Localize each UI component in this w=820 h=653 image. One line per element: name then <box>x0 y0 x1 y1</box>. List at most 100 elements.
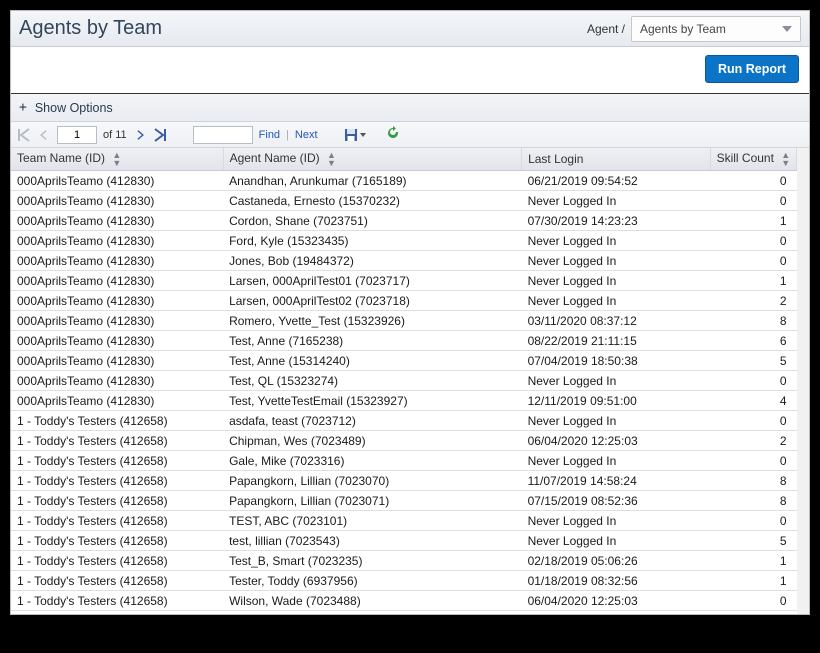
table-row[interactable]: 000AprilsTeamo (412830)Test, YvetteTestE… <box>11 391 797 411</box>
table-row[interactable]: 1 - Toddy's Testers (412658)test, lillia… <box>11 531 797 551</box>
table-row[interactable]: 1 - Toddy's Testers (412658)Tester, Todd… <box>11 571 797 591</box>
cell-team: 1 - Toddy's Testers (412658) <box>11 531 223 551</box>
cell-skill_count: 1 <box>710 211 796 231</box>
cell-skill_count: 2 <box>710 431 796 451</box>
page-count-label: of 11 <box>103 129 127 141</box>
cell-team: 000AprilsTeamo (412830) <box>11 291 223 311</box>
cell-team: 1 - Toddy's Testers (412658) <box>11 471 223 491</box>
cell-agent: Castaneda, Ernesto (15370232) <box>223 191 521 211</box>
cell-last_login: 06/04/2020 12:25:03 <box>522 591 711 611</box>
cell-last_login: 02/18/2019 05:06:26 <box>522 551 711 571</box>
cell-agent: Larsen, 000AprilTest02 (7023718) <box>223 291 521 311</box>
cell-skill_count: 0 <box>710 191 796 211</box>
cell-team: 000AprilsTeamo (412830) <box>11 371 223 391</box>
find-next-button[interactable]: Next <box>295 129 318 141</box>
table-row[interactable]: 1 - Toddy's Testers (412658)Chipman, Wes… <box>11 431 797 451</box>
cell-skill_count: 6 <box>710 331 796 351</box>
sort-icon: ▲▼ <box>112 151 121 167</box>
cell-last_login: Never Logged In <box>522 231 711 251</box>
cell-skill_count: 2 <box>710 291 796 311</box>
cell-last_login: Never Logged In <box>522 251 711 271</box>
cell-agent: Papangkorn, Lillian (7023071) <box>223 491 521 511</box>
cell-team: 1 - Toddy's Testers (412658) <box>11 491 223 511</box>
cell-skill_count: 4 <box>710 391 796 411</box>
table-row[interactable]: 1 - Toddy's Testers (412658)Wilson, Wade… <box>11 591 797 611</box>
table-row[interactable]: 000AprilsTeamo (412830)Larsen, 000AprilT… <box>11 291 797 311</box>
cell-agent: Papangkorn, Lillian (7023070) <box>223 471 521 491</box>
cell-team: 1 - Toddy's Testers (412658) <box>11 571 223 591</box>
col-agent-name[interactable]: Agent Name (ID) ▲▼ <box>223 148 521 171</box>
table-row[interactable]: 1 - Toddy's Testers (412658)Test_B, Smar… <box>11 551 797 571</box>
table-row[interactable]: 000AprilsTeamo (412830)Anandhan, Arunkum… <box>11 171 797 191</box>
cell-last_login: Never Logged In <box>522 371 711 391</box>
table-row[interactable]: 000AprilsTeamo (412830)Cordon, Shane (70… <box>11 211 797 231</box>
title-bar: Agents by Team Agent / Agents by Team <box>11 11 809 47</box>
table-row[interactable]: 1 - Toddy's Testers (412658)asdafa, teas… <box>11 411 797 431</box>
col-team-label: Team Name (ID) <box>17 151 105 165</box>
cell-agent: Larsen, 000AprilTest01 (7023717) <box>223 271 521 291</box>
cell-skill_count: 0 <box>710 231 796 251</box>
cell-team: 1 - Toddy's Testers (412658) <box>11 511 223 531</box>
find-input[interactable] <box>193 126 253 144</box>
cell-skill_count: 1 <box>710 571 796 591</box>
cell-skill_count: 8 <box>710 491 796 511</box>
prev-page-icon[interactable] <box>37 127 51 143</box>
page-title: Agents by Team <box>19 17 162 40</box>
cell-team: 000AprilsTeamo (412830) <box>11 351 223 371</box>
table-row[interactable]: 1 - Toddy's Testers (412658)Papangkorn, … <box>11 471 797 491</box>
cell-last_login: 06/21/2019 09:54:52 <box>522 171 711 191</box>
table-row[interactable]: 000AprilsTeamo (412830)Test, QL (1532327… <box>11 371 797 391</box>
table-row[interactable]: 000AprilsTeamo (412830)Jones, Bob (19484… <box>11 251 797 271</box>
cell-team: 000AprilsTeamo (412830) <box>11 271 223 291</box>
table-row[interactable]: 000AprilsTeamo (412830)Test, Anne (15314… <box>11 351 797 371</box>
floppy-disk-icon <box>344 128 358 142</box>
table-row[interactable]: 1 - Toddy's Testers (412658)Papangkorn, … <box>11 491 797 511</box>
chevron-down-icon <box>782 26 792 32</box>
table-row[interactable]: 000AprilsTeamo (412830)Larsen, 000AprilT… <box>11 271 797 291</box>
find-button[interactable]: Find <box>259 129 280 141</box>
cell-agent: Test, Anne (15314240) <box>223 351 521 371</box>
table-row[interactable]: 1 - Toddy's Testers (412658)Gale, Mike (… <box>11 451 797 471</box>
col-agent-label: Agent Name (ID) <box>230 151 320 165</box>
table-header-row: Team Name (ID) ▲▼ Agent Name (ID) ▲▼ Las… <box>11 148 797 171</box>
cell-skill_count: 0 <box>710 591 796 611</box>
next-page-icon[interactable] <box>133 127 147 143</box>
cell-skill_count: 0 <box>710 511 796 531</box>
cell-team: 1 - Toddy's Testers (412658) <box>11 591 223 611</box>
breadcrumb-area: Agent / Agents by Team <box>587 16 801 42</box>
report-select-dropdown[interactable]: Agents by Team <box>631 16 801 42</box>
show-options-toggle[interactable]: + Show Options <box>11 94 809 122</box>
refresh-button[interactable] <box>386 126 400 143</box>
table-row[interactable]: 000AprilsTeamo (412830)Romero, Yvette_Te… <box>11 311 797 331</box>
cell-team: 000AprilsTeamo (412830) <box>11 311 223 331</box>
table-scroll[interactable]: Team Name (ID) ▲▼ Agent Name (ID) ▲▼ Las… <box>11 148 797 614</box>
breadcrumb: Agent / <box>587 22 625 36</box>
cell-skill_count: 0 <box>710 371 796 391</box>
run-report-button[interactable]: Run Report <box>705 55 799 83</box>
vertical-scrollbar[interactable] <box>797 148 809 614</box>
cell-last_login: Never Logged In <box>522 191 711 211</box>
dropdown-arrow-icon <box>360 132 366 138</box>
cell-team: 000AprilsTeamo (412830) <box>11 231 223 251</box>
export-button[interactable] <box>344 128 366 142</box>
first-page-icon[interactable] <box>17 127 31 143</box>
table-row[interactable]: 000AprilsTeamo (412830)Test, Anne (71652… <box>11 331 797 351</box>
col-last-login[interactable]: Last Login <box>522 148 711 171</box>
cell-agent: Jones, Bob (19484372) <box>223 251 521 271</box>
cell-team: 000AprilsTeamo (412830) <box>11 211 223 231</box>
table-row[interactable]: 000AprilsTeamo (412830)Castaneda, Ernest… <box>11 191 797 211</box>
cell-skill_count: 0 <box>710 251 796 271</box>
cell-agent: Tester, Toddy (6937956) <box>223 571 521 591</box>
page-number-input[interactable] <box>57 126 97 144</box>
cell-skill_count: 5 <box>710 531 796 551</box>
cell-last_login: Never Logged In <box>522 531 711 551</box>
cell-last_login: 07/15/2019 08:52:36 <box>522 491 711 511</box>
cell-agent: Test_B, Smart (7023235) <box>223 551 521 571</box>
col-skill-count[interactable]: Skill Count ▲▼ <box>710 148 796 171</box>
cell-last_login: Never Logged In <box>522 411 711 431</box>
table-row[interactable]: 000AprilsTeamo (412830)Ford, Kyle (15323… <box>11 231 797 251</box>
col-team-name[interactable]: Team Name (ID) ▲▼ <box>11 148 223 171</box>
table-row[interactable]: 1 - Toddy's Testers (412658)TEST, ABC (7… <box>11 511 797 531</box>
last-page-icon[interactable] <box>153 127 167 143</box>
cell-last_login: Never Logged In <box>522 511 711 531</box>
